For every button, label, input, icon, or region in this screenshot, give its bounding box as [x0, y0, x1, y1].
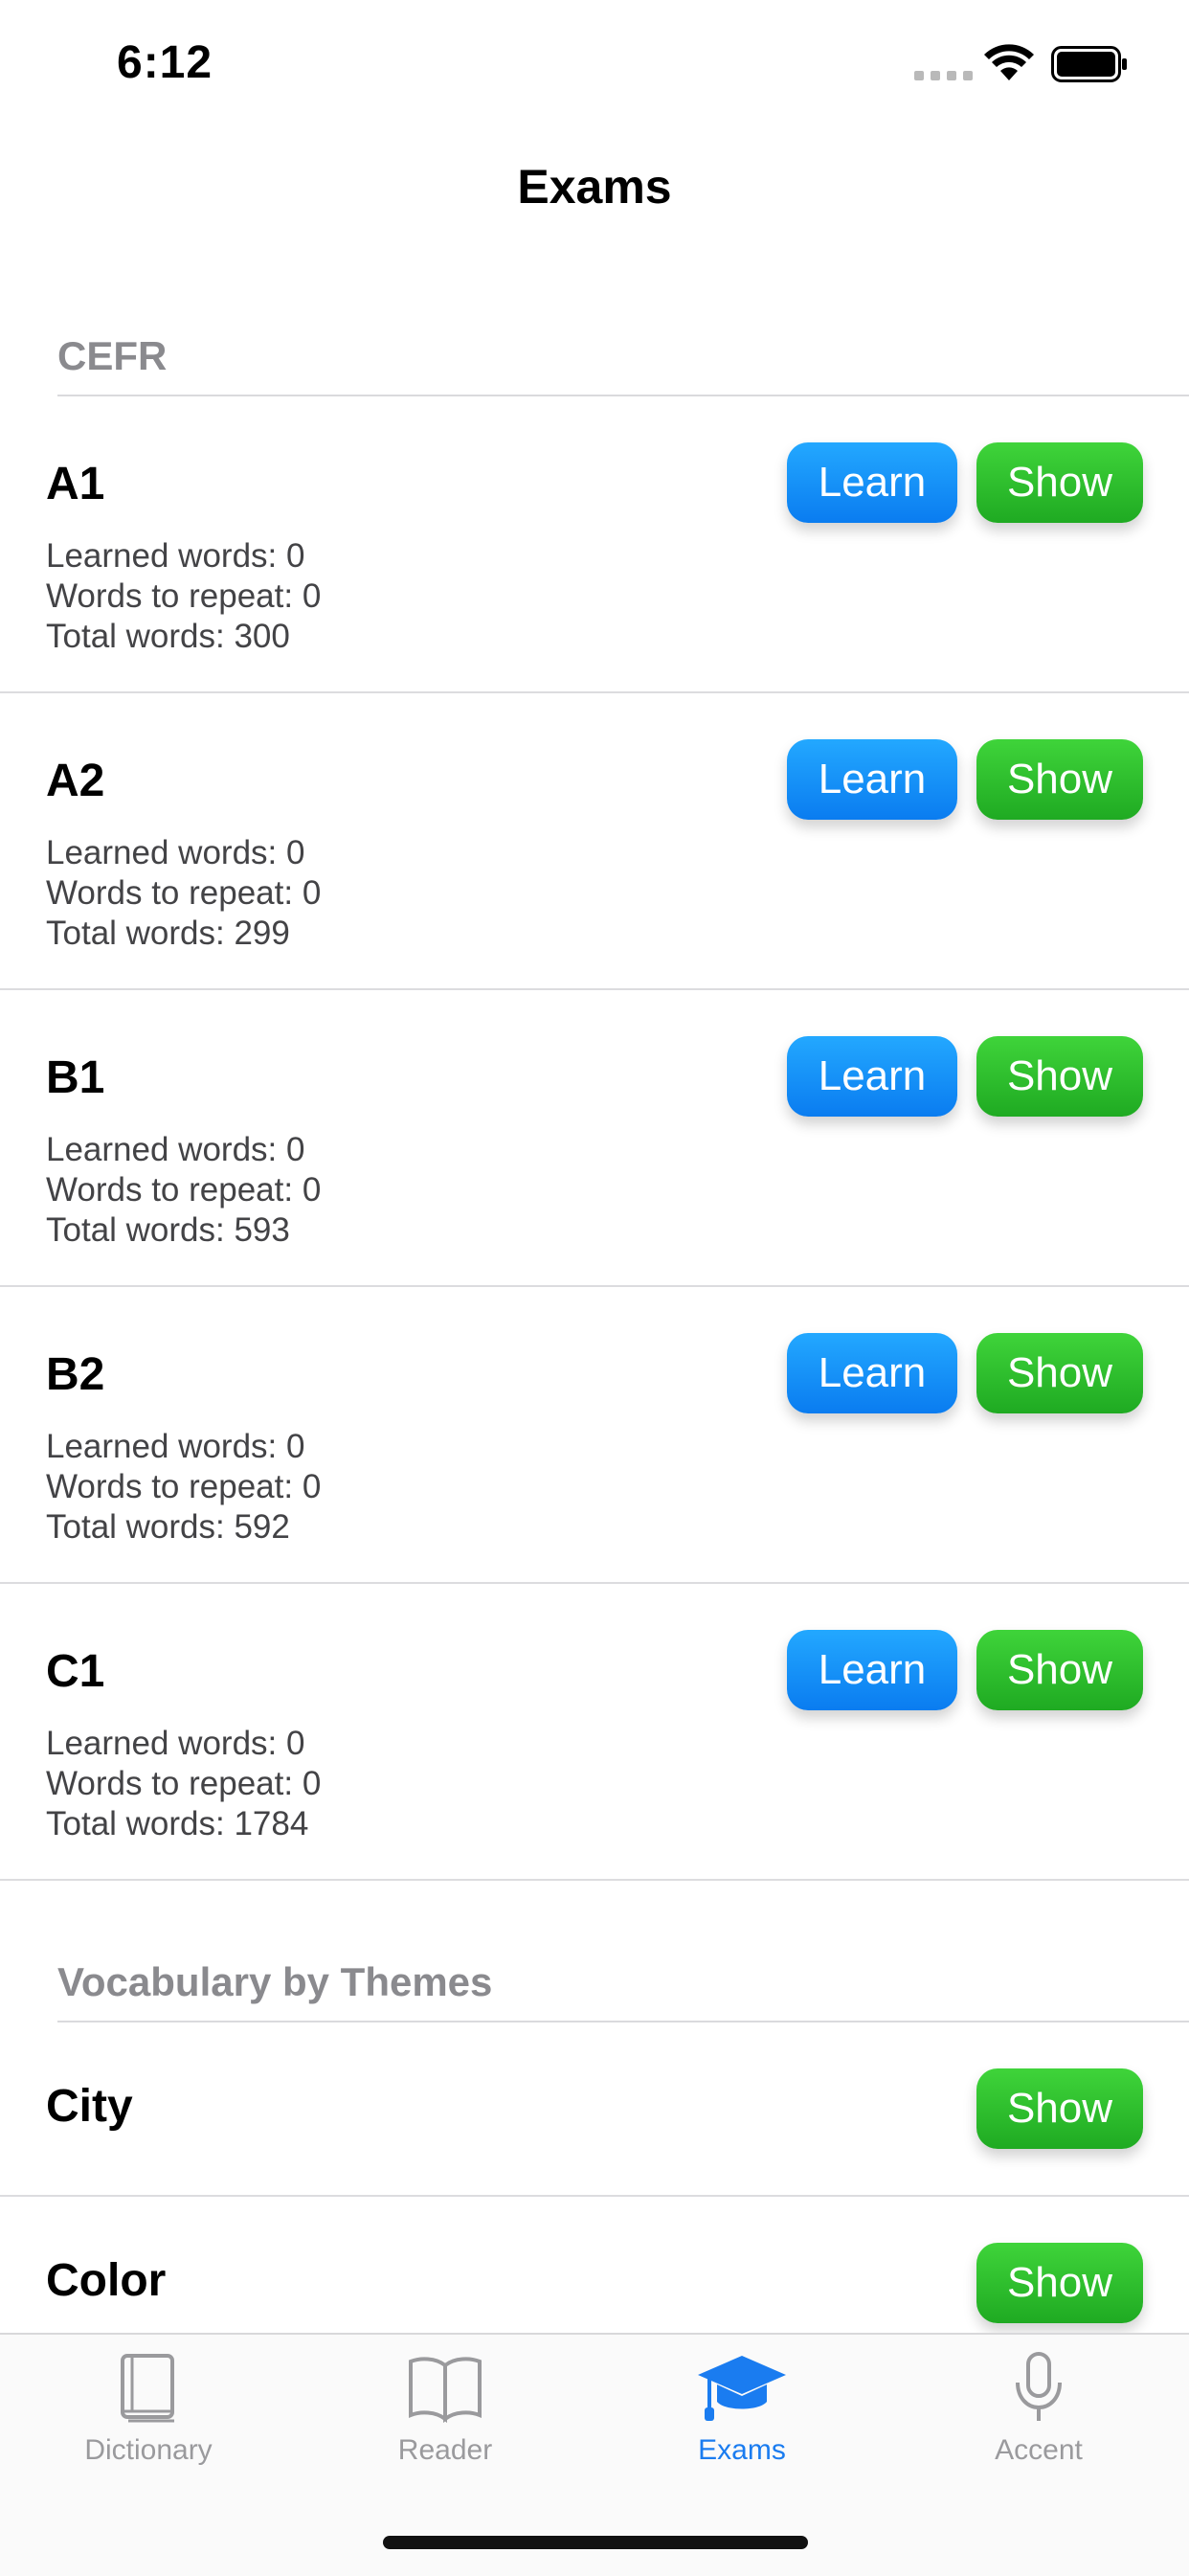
- level-stats: Learned words: 0 Words to repeat: 0 Tota…: [46, 536, 321, 657]
- show-button-b2[interactable]: Show: [976, 1333, 1143, 1413]
- cefr-row-a1: A1 Learn Show Learned words: 0 Words to …: [0, 396, 1189, 693]
- show-button-city[interactable]: Show: [976, 2068, 1143, 2149]
- battery-icon: [1051, 46, 1127, 82]
- learned-words: Learned words: 0: [46, 1725, 305, 1762]
- theme-title: City: [46, 2081, 133, 2132]
- cellular-signal-icon: [914, 71, 973, 80]
- tab-label: Reader: [397, 2434, 493, 2466]
- words-to-repeat: Words to repeat: 0: [46, 1765, 322, 1802]
- theme-row-city: City Show: [0, 2022, 1189, 2197]
- show-button-a1[interactable]: Show: [976, 442, 1143, 523]
- tab-dictionary[interactable]: Dictionary: [29, 2352, 268, 2467]
- learn-button-a2[interactable]: Learn: [787, 739, 957, 820]
- level-title: C1: [46, 1646, 105, 1697]
- theme-title: Color: [46, 2255, 167, 2306]
- level-title: B2: [46, 1349, 105, 1400]
- learned-words: Learned words: 0: [46, 537, 305, 575]
- learned-words: Learned words: 0: [46, 834, 305, 871]
- status-bar: 6:12: [0, 0, 1189, 134]
- words-to-repeat: Words to repeat: 0: [46, 577, 322, 615]
- status-time: 6:12: [117, 37, 213, 88]
- cefr-row-b1: B1 Learn Show Learned words: 0 Words to …: [0, 990, 1189, 1287]
- wifi-icon: [984, 44, 1034, 80]
- level-stats: Learned words: 0 Words to repeat: 0 Tota…: [46, 833, 321, 954]
- learn-button-a1[interactable]: Learn: [787, 442, 957, 523]
- section-header-cefr: CEFR: [57, 333, 168, 378]
- learn-button-c1[interactable]: Learn: [787, 1630, 957, 1710]
- show-button-a2[interactable]: Show: [976, 739, 1143, 820]
- words-to-repeat: Words to repeat: 0: [46, 1171, 322, 1209]
- page-title: Exams: [517, 160, 672, 214]
- learn-button-b2[interactable]: Learn: [787, 1333, 957, 1413]
- show-button-b1[interactable]: Show: [976, 1036, 1143, 1117]
- level-title: B1: [46, 1052, 105, 1103]
- home-indicator: [383, 2536, 808, 2549]
- open-book-icon: [409, 2357, 482, 2424]
- level-title: A1: [46, 459, 105, 509]
- words-to-repeat: Words to repeat: 0: [46, 1468, 322, 1505]
- show-button-color[interactable]: Show: [976, 2243, 1143, 2323]
- cefr-row-a2: A2 Learn Show Learned words: 0 Words to …: [0, 693, 1189, 990]
- tab-label: Exams: [698, 2434, 786, 2466]
- cefr-row-c1: C1 Learn Show Learned words: 0 Words to …: [0, 1584, 1189, 1881]
- total-words: Total words: 593: [46, 1211, 290, 1249]
- tab-reader[interactable]: Reader: [325, 2352, 565, 2467]
- total-words: Total words: 299: [46, 915, 290, 952]
- microphone-icon: [1016, 2352, 1062, 2421]
- tab-accent[interactable]: Accent: [919, 2352, 1158, 2467]
- tab-label: Dictionary: [84, 2434, 213, 2466]
- learned-words: Learned words: 0: [46, 1131, 305, 1168]
- tab-label: Accent: [995, 2434, 1083, 2466]
- total-words: Total words: 1784: [46, 1805, 309, 1842]
- section-header-themes: Vocabulary by Themes: [57, 1959, 493, 2004]
- total-words: Total words: 300: [46, 618, 290, 655]
- graduation-cap-icon: [698, 2356, 786, 2421]
- learned-words: Learned words: 0: [46, 1428, 305, 1465]
- level-stats: Learned words: 0 Words to repeat: 0 Tota…: [46, 1130, 321, 1251]
- level-stats: Learned words: 0 Words to repeat: 0 Tota…: [46, 1427, 321, 1548]
- cefr-row-b2: B2 Learn Show Learned words: 0 Words to …: [0, 1287, 1189, 1584]
- show-button-c1[interactable]: Show: [976, 1630, 1143, 1710]
- total-words: Total words: 592: [46, 1508, 290, 1546]
- book-icon: [121, 2354, 174, 2423]
- level-title: A2: [46, 756, 105, 806]
- learn-button-b1[interactable]: Learn: [787, 1036, 957, 1117]
- words-to-repeat: Words to repeat: 0: [46, 874, 322, 912]
- tab-exams[interactable]: Exams: [622, 2352, 862, 2467]
- level-stats: Learned words: 0 Words to repeat: 0 Tota…: [46, 1724, 321, 1844]
